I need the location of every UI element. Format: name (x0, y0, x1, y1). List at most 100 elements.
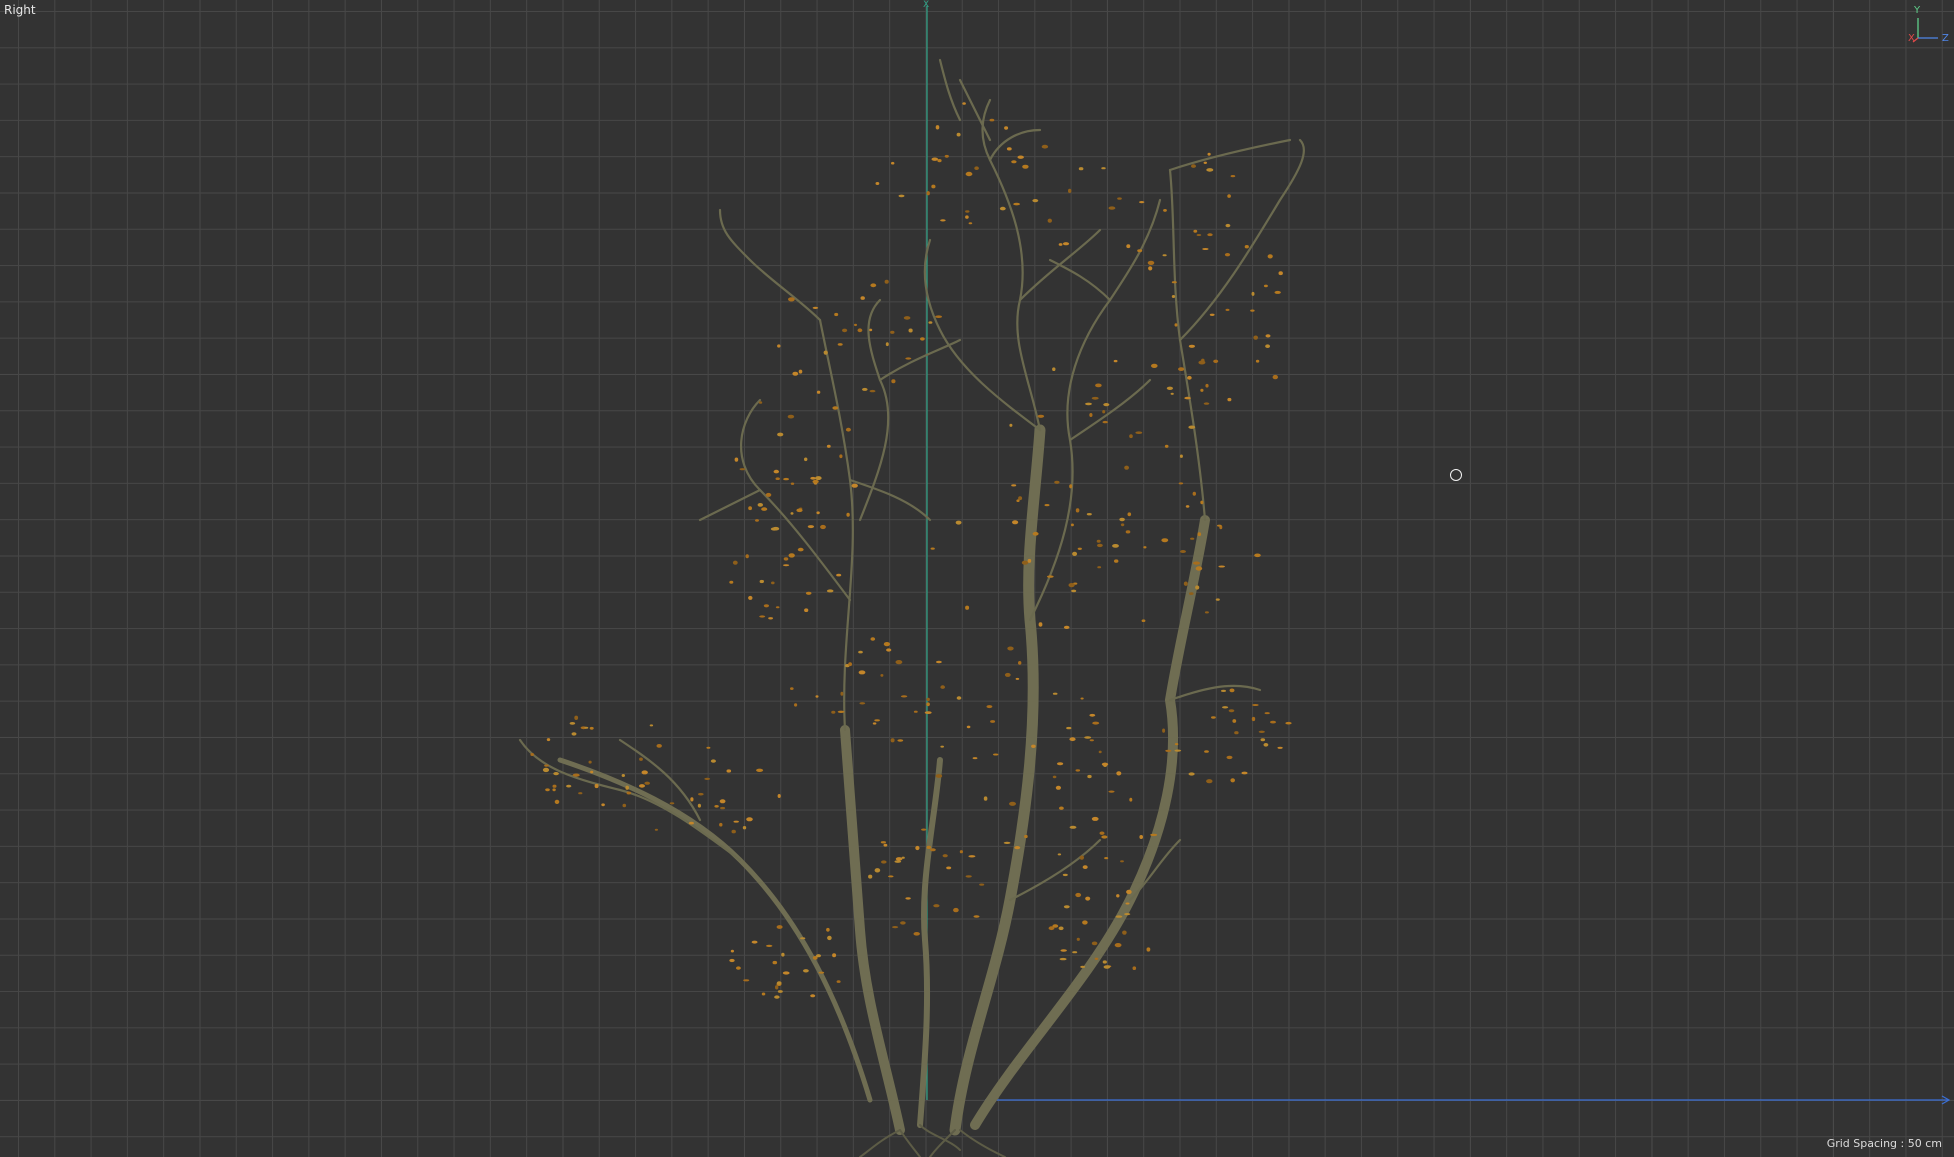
leaf (959, 850, 964, 854)
leaf (796, 508, 803, 513)
leaf (826, 589, 834, 593)
leaf (545, 788, 550, 792)
leaf (804, 608, 809, 612)
leaf (776, 981, 782, 985)
leaf (1165, 749, 1172, 752)
leaf (836, 573, 842, 577)
leaf (859, 702, 866, 705)
leaf (933, 904, 940, 908)
leaf (1178, 482, 1184, 485)
leaf (1129, 434, 1133, 439)
leaf (953, 907, 959, 913)
leaf (894, 860, 902, 863)
leaf (858, 670, 866, 675)
leaf (1032, 199, 1039, 203)
leaf (1230, 175, 1236, 178)
leaf (807, 525, 815, 529)
leaf (848, 662, 852, 667)
leaf (1117, 197, 1122, 200)
leaf (1218, 565, 1225, 568)
leaf (1047, 218, 1053, 223)
leaf (1174, 743, 1179, 746)
right-viewport[interactable]: Right X Y X Z Grid Spacing: 50 cm (0, 0, 1954, 1157)
leaf (1078, 167, 1084, 171)
leaf (788, 297, 795, 302)
leaf (1187, 375, 1192, 380)
leaf (1150, 833, 1158, 837)
leaf (872, 722, 877, 725)
leaf (1101, 762, 1109, 766)
leaf (972, 757, 978, 760)
leaf (1068, 583, 1075, 588)
leaf (1076, 937, 1080, 941)
tree-model[interactable] (518, 58, 1305, 1157)
leaf (1119, 517, 1125, 522)
leaf (1101, 835, 1108, 839)
leaf (1003, 841, 1011, 845)
leaf (1116, 771, 1122, 776)
leaf (774, 995, 780, 999)
leaf (697, 803, 702, 808)
leaf (900, 921, 906, 925)
leaf (818, 971, 825, 974)
leaf (965, 171, 973, 177)
leaf (1229, 688, 1235, 693)
leaf (874, 868, 881, 873)
leaf (1018, 496, 1023, 501)
leaf (1197, 532, 1202, 537)
leaf (755, 519, 759, 522)
leaf (1127, 512, 1132, 517)
leaf (742, 826, 747, 830)
leaf (782, 971, 790, 975)
leaf (1251, 291, 1255, 296)
leaf (905, 897, 911, 900)
leaf (729, 958, 735, 963)
leaf (1062, 873, 1068, 877)
leaf (930, 547, 935, 550)
leaf (1124, 465, 1129, 470)
leaf (1265, 344, 1270, 349)
leaf (1098, 750, 1102, 754)
leaf (1115, 915, 1123, 918)
leaf (783, 564, 790, 567)
tree-leaves (530, 102, 1292, 999)
axis-gizmo-icon[interactable]: Y X Z (1908, 4, 1952, 46)
leaf (968, 855, 976, 858)
leaf (993, 753, 999, 756)
leaf (839, 454, 843, 459)
leaf (1190, 537, 1195, 540)
leaf (1143, 546, 1147, 549)
leaf (884, 279, 889, 284)
leaf (986, 705, 993, 709)
leaf (792, 371, 799, 376)
leaf (1063, 905, 1070, 909)
leaf (926, 191, 930, 196)
leaf (775, 606, 780, 609)
leaf (1097, 566, 1102, 569)
leaf (771, 581, 775, 585)
leaf (1004, 672, 1011, 677)
leaf (965, 215, 969, 219)
leaf (890, 738, 895, 743)
leaf (826, 444, 831, 448)
leaf (1114, 943, 1122, 948)
leaf (1161, 538, 1169, 543)
leaf (1188, 425, 1196, 429)
leaf (903, 316, 911, 320)
leaf (974, 166, 979, 170)
leaf (1193, 229, 1198, 233)
leaf (990, 720, 996, 723)
leaf (625, 785, 629, 790)
leaf (926, 702, 930, 707)
orbit-target-icon[interactable] (1450, 469, 1462, 481)
leaf (804, 457, 808, 462)
leaf (1086, 513, 1092, 516)
leaf (810, 994, 816, 998)
leaf (710, 759, 716, 763)
leaf (1163, 209, 1167, 212)
leaf (574, 715, 579, 720)
leaf (1254, 553, 1261, 558)
leaf (944, 154, 949, 158)
leaf (1114, 559, 1119, 563)
leaf (935, 315, 942, 319)
